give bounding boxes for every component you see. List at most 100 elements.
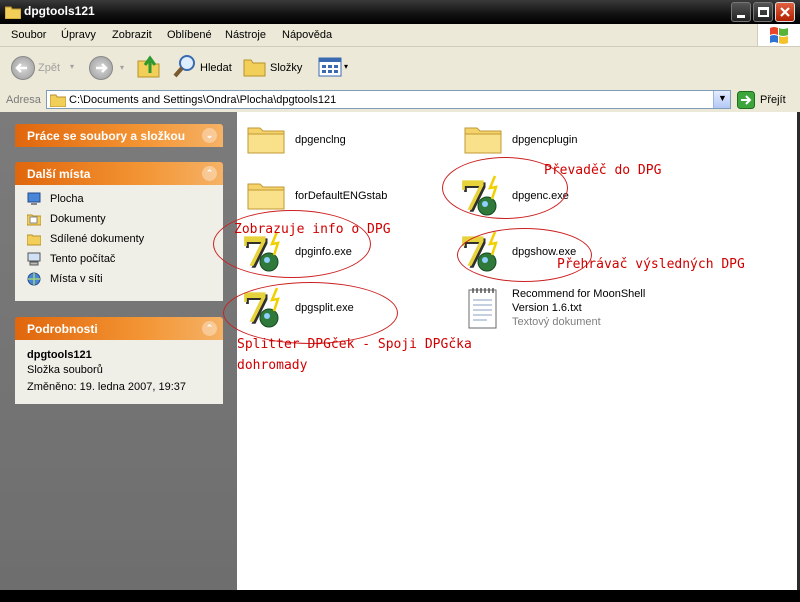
- place-label: Dokumenty: [50, 213, 106, 225]
- place-item-sdilene-dokumenty[interactable]: Sdílené dokumenty: [15, 230, 223, 250]
- menu-oblibene[interactable]: Oblíbené: [167, 29, 212, 41]
- file-item-dpgenclng[interactable]: dpgenclng: [245, 120, 395, 160]
- close-icon: [780, 7, 790, 17]
- tasks-panel-title: Práce se soubory a složkou: [27, 129, 186, 143]
- chevron-up-icon[interactable]: ⌃: [202, 321, 217, 336]
- window-bottom-border: [0, 590, 800, 602]
- details-panel: Podrobnosti ⌃ dpgtools121 Složka souborů…: [15, 317, 223, 404]
- annotation-ellipse-dpgsplit: [223, 282, 398, 344]
- computer-icon: [27, 252, 41, 266]
- folder-icon: [5, 6, 21, 19]
- details-type: Složka souborů: [27, 364, 103, 376]
- views-button[interactable]: ▾: [316, 56, 352, 80]
- file-name: Recommend for MoonShell: [512, 288, 646, 300]
- folders-label: Složky: [270, 62, 303, 74]
- address-label: Adresa: [6, 94, 41, 106]
- menu-zobrazit[interactable]: Zobrazit: [112, 29, 152, 41]
- folder-icon: [50, 94, 66, 107]
- minimize-button[interactable]: [731, 2, 751, 22]
- windows-logo: [757, 24, 800, 46]
- folders-icon: [243, 59, 266, 77]
- task-pane: Práce se soubory a složkou ⌄ Další místa…: [0, 112, 237, 590]
- annotation-ellipse-dpgshow: [457, 228, 592, 282]
- chevron-down-icon[interactable]: ⌄: [202, 128, 217, 143]
- back-label: Zpět: [38, 62, 61, 74]
- documents-icon: [27, 214, 41, 226]
- annotation-ellipse-dpginfo: [213, 210, 371, 278]
- file-name: dpgencplugin: [512, 134, 578, 146]
- place-label: Sdílené dokumenty: [50, 233, 145, 245]
- forward-dropdown-icon[interactable]: ▾: [120, 63, 124, 72]
- title-bar[interactable]: dpgtools121: [0, 0, 800, 24]
- search-label: Hledat: [200, 62, 232, 74]
- place-label: Místa v síti: [50, 273, 103, 285]
- menu-napoveda[interactable]: Nápověda: [282, 29, 332, 41]
- file-type: Textový dokument: [512, 316, 601, 328]
- menu-upravy[interactable]: Úpravy: [61, 29, 96, 41]
- menu-soubor[interactable]: Soubor: [11, 29, 46, 41]
- desktop-icon: [27, 192, 41, 205]
- annotation-zobrazuje: Zobrazuje info o DPG: [234, 222, 391, 237]
- annotation-splitter-line2: dohromady: [237, 358, 308, 373]
- address-dropdown-button[interactable]: ▼: [713, 91, 730, 108]
- views-dropdown-icon: ▾: [344, 62, 349, 71]
- folder-up-icon: [137, 55, 160, 78]
- explorer-window: dpgtools121 Soubor Úpravy Zobrazit Oblíb…: [0, 0, 800, 602]
- details-panel-title: Podrobnosti: [27, 322, 98, 336]
- views-icon: [318, 57, 342, 77]
- place-item-plocha[interactable]: Plocha: [15, 190, 223, 210]
- minimize-icon: [737, 15, 745, 18]
- file-name: forDefaultENGstab: [295, 190, 388, 202]
- shared-folder-icon: [27, 234, 41, 246]
- forward-arrow-icon: [96, 63, 108, 73]
- window-title: dpgtools121: [24, 4, 95, 18]
- chevron-up-icon[interactable]: ⌃: [202, 166, 217, 181]
- tasks-panel: Práce se soubory a složkou ⌄: [15, 124, 223, 147]
- back-arrow-icon: [11, 56, 35, 80]
- toolbar: Zpět ▾ ▾ Hledat Složky ▾: [0, 47, 800, 90]
- places-panel: Další místa ⌃ Plocha Dokumenty Sdílené d…: [15, 162, 223, 301]
- folder-icon: [247, 183, 285, 210]
- place-label: Tento počítač: [50, 253, 116, 265]
- annotation-prevadec: Převaděč do DPG: [544, 163, 662, 178]
- details-panel-header[interactable]: Podrobnosti ⌃: [15, 317, 223, 340]
- file-view: dpgenclng dpgencplugin forDefaultENGstab…: [213, 112, 797, 590]
- places-panel-header[interactable]: Další místa ⌃: [15, 162, 223, 185]
- place-item-mista-v-siti[interactable]: Místa v síti: [15, 270, 223, 290]
- back-dropdown-icon: ▾: [70, 62, 75, 71]
- maximize-button[interactable]: [753, 2, 773, 22]
- search-button[interactable]: Hledat: [172, 53, 234, 83]
- chevron-down-icon: ▼: [718, 93, 727, 103]
- go-button[interactable]: Přejít: [737, 91, 797, 110]
- places-panel-body: Plocha Dokumenty Sdílené dokumenty Tento…: [15, 185, 223, 301]
- place-item-tento-pocitac[interactable]: Tento počítač: [15, 250, 223, 270]
- address-path: C:\Documents and Settings\Ondra\Plocha\d…: [69, 94, 337, 106]
- text-document-icon: [468, 288, 497, 329]
- forward-button[interactable]: [89, 56, 113, 80]
- places-panel-title: Další místa: [27, 167, 91, 181]
- maximize-icon: [758, 7, 769, 17]
- menu-nastroje[interactable]: Nástroje: [225, 29, 266, 41]
- file-item-dpgencplugin[interactable]: dpgencplugin: [462, 120, 612, 160]
- up-button[interactable]: [136, 53, 162, 81]
- annotation-splitter-line1: Splitter DPGček - Spoji DPGčka: [237, 337, 472, 352]
- address-bar: Adresa C:\Documents and Settings\Ondra\P…: [0, 89, 800, 113]
- network-icon: [27, 272, 41, 286]
- place-item-dokumenty[interactable]: Dokumenty: [15, 210, 223, 230]
- file-item-fordefaultengstab[interactable]: forDefaultENGstab: [245, 176, 415, 216]
- back-button[interactable]: Zpět ▾: [8, 53, 78, 83]
- details-name: dpgtools121: [27, 349, 92, 361]
- address-input[interactable]: C:\Documents and Settings\Ondra\Plocha\d…: [46, 90, 731, 109]
- close-button[interactable]: [775, 2, 795, 22]
- folder-icon: [247, 127, 285, 154]
- file-name-line2: Version 1.6.txt: [512, 302, 582, 314]
- folders-button[interactable]: Složky: [243, 53, 305, 83]
- tasks-panel-header[interactable]: Práce se soubory a složkou ⌄: [15, 124, 223, 147]
- file-item-recommend-txt[interactable]: Recommend for MoonShell Version 1.6.txt …: [462, 284, 662, 332]
- go-label: Přejít: [760, 94, 786, 106]
- place-label: Plocha: [50, 193, 84, 205]
- go-arrow-icon: [737, 91, 755, 109]
- file-name: dpgenclng: [295, 134, 346, 146]
- search-icon: [173, 55, 195, 78]
- details-panel-body: dpgtools121 Složka souborů Změněno: 19. …: [15, 340, 223, 404]
